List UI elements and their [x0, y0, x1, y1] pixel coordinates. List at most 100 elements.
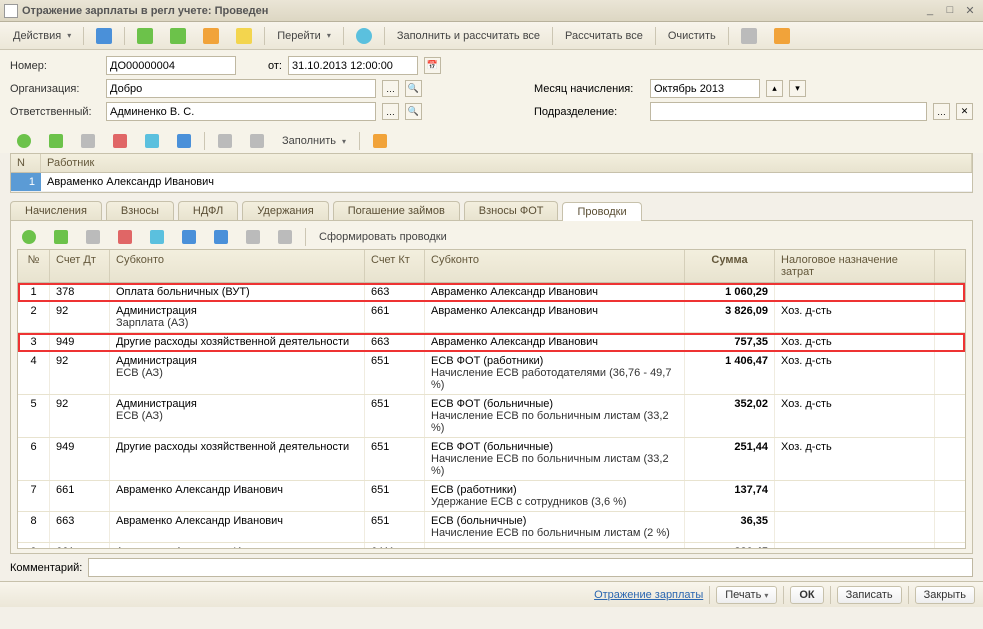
posting-row[interactable]: 1378Оплата больничных (ВУТ)663Авраменко … [18, 283, 965, 302]
sort-asc-icon[interactable] [211, 131, 239, 151]
save-grid-icon[interactable] [170, 131, 198, 151]
month-down-icon[interactable]: ▾ [789, 80, 806, 97]
col-sum[interactable]: Сумма [685, 250, 775, 282]
date-field[interactable] [288, 56, 418, 75]
copy-row-icon[interactable] [42, 131, 70, 151]
close-icon[interactable]: ✕ [961, 4, 979, 18]
month-up-icon[interactable]: ▴ [766, 80, 783, 97]
dept-field[interactable] [650, 102, 927, 121]
org-field[interactable] [106, 79, 376, 98]
main-toolbar: Действия Перейти Заполнить и рассчитать … [0, 22, 983, 50]
calc-all-button[interactable]: Рассчитать все [558, 27, 650, 45]
tab-4[interactable]: Погашение займов [333, 201, 460, 220]
posting-row[interactable]: 6949Другие расходы хозяйственной деятель… [18, 438, 965, 481]
actions-menu[interactable]: Действия [6, 27, 78, 45]
post-icon[interactable] [130, 25, 160, 47]
settings-icon[interactable] [734, 25, 764, 47]
col-num[interactable]: № [18, 250, 50, 282]
col-worker[interactable]: Работник [41, 154, 972, 172]
resp-open-icon[interactable]: 🔍 [405, 103, 422, 120]
calendar-icon[interactable]: 📅 [424, 57, 441, 74]
save-icon[interactable] [89, 25, 119, 47]
sort-a-icon[interactable] [239, 227, 267, 247]
resp-field[interactable] [106, 102, 376, 121]
col-subk2[interactable]: Субконто [425, 250, 685, 282]
move-up-icon[interactable] [175, 227, 203, 247]
structure-icon[interactable] [229, 25, 259, 47]
person-icon[interactable] [366, 131, 394, 151]
grid1-toolbar: Заполнить [0, 129, 983, 153]
sort-d-icon[interactable] [271, 227, 299, 247]
delete-post-icon[interactable] [111, 227, 139, 247]
col-n[interactable]: N [11, 154, 41, 172]
dept-clear-icon[interactable]: ✕ [956, 103, 973, 120]
ok-button[interactable]: ОК [790, 586, 823, 604]
clear-button[interactable]: Очистить [661, 27, 723, 45]
refresh-post-icon[interactable] [143, 227, 171, 247]
fill-menu[interactable]: Заполнить [275, 132, 353, 150]
form-area: Номер: от: 📅 Организация: … 🔍 Месяц начи… [0, 50, 983, 129]
sort-desc-icon[interactable] [243, 131, 271, 151]
move-down-icon[interactable] [207, 227, 235, 247]
tab-3[interactable]: Удержания [242, 201, 328, 220]
col-kt[interactable]: Счет Кт [365, 250, 425, 282]
month-field[interactable] [650, 79, 760, 98]
dept-label: Подразделение: [534, 106, 644, 118]
postings-toolbar: Сформировать проводки [11, 225, 972, 249]
resp-label: Ответственный: [10, 106, 100, 118]
reflect-link[interactable]: Отражение зарплаты [594, 589, 703, 601]
close-button[interactable]: Закрыть [915, 586, 975, 604]
posting-row[interactable]: 8663Авраменко Александр Иванович651ЕСВ (… [18, 512, 965, 543]
postings-grid: № Счет Дт Субконто Счет Кт Субконто Сумм… [17, 249, 966, 549]
tab-body-postings: Сформировать проводки № Счет Дт Субконто… [10, 220, 973, 554]
copy-post-icon[interactable] [47, 227, 75, 247]
delete-row-icon[interactable] [106, 131, 134, 151]
resp-select-icon[interactable]: … [382, 103, 399, 120]
help-icon[interactable] [349, 25, 379, 47]
goto-menu[interactable]: Перейти [270, 27, 338, 45]
col-dt[interactable]: Счет Дт [50, 250, 110, 282]
add-row-icon[interactable] [10, 131, 38, 151]
posting-row[interactable]: 3949Другие расходы хозяйственной деятель… [18, 333, 965, 352]
col-subk1[interactable]: Субконто [110, 250, 365, 282]
add-post-icon[interactable] [15, 227, 43, 247]
tabs: НачисленияВзносыНДФЛУдержания Погашение з… [10, 201, 973, 220]
maximize-icon[interactable]: □ [941, 4, 959, 18]
unpost-icon[interactable] [163, 25, 193, 47]
posting-row[interactable]: 7661Авраменко Александр Иванович651ЕСВ (… [18, 481, 965, 512]
comment-label: Комментарий: [10, 562, 82, 574]
posting-row[interactable]: 592АдминистрацияЕСВ (АЗ)651ЕСВ ФОТ (боль… [18, 395, 965, 438]
save-button[interactable]: Записать [837, 586, 902, 604]
tab-6[interactable]: Проводки [562, 202, 641, 221]
refresh-icon[interactable] [138, 131, 166, 151]
comment-field[interactable] [88, 558, 973, 577]
app-icon [4, 4, 18, 18]
fill-calc-button[interactable]: Заполнить и рассчитать все [390, 27, 547, 45]
edit-row-icon[interactable] [74, 131, 102, 151]
posting-row[interactable]: 492АдминистрацияЕСВ (АЗ)651ЕСВ ФОТ (рабо… [18, 352, 965, 395]
month-label: Месяц начисления: [534, 83, 644, 95]
posting-row[interactable]: 9661Авраменко Александр Иванович6411820,… [18, 543, 965, 549]
org-open-icon[interactable]: 🔍 [405, 80, 422, 97]
list-icon[interactable] [767, 25, 797, 47]
movements-icon[interactable] [196, 25, 226, 47]
window-title: Отражение зарплаты в регл учете: Проведе… [22, 5, 268, 17]
titlebar: Отражение зарплаты в регл учете: Проведе… [0, 0, 983, 22]
tab-5[interactable]: Взносы ФОТ [464, 201, 559, 220]
org-label: Организация: [10, 83, 100, 95]
col-tax[interactable]: Налоговое назначение затрат [775, 250, 935, 282]
form-postings-button[interactable]: Сформировать проводки [312, 228, 454, 246]
tab-1[interactable]: Взносы [106, 201, 174, 220]
tab-0[interactable]: Начисления [10, 201, 102, 220]
worker-row[interactable]: 1 Авраменко Александр Иванович [11, 173, 972, 192]
org-select-icon[interactable]: … [382, 80, 399, 97]
print-button[interactable]: Печать [716, 586, 777, 604]
number-field[interactable] [106, 56, 236, 75]
minimize-icon[interactable]: _ [921, 4, 939, 18]
tab-2[interactable]: НДФЛ [178, 201, 238, 220]
edit-post-icon[interactable] [79, 227, 107, 247]
posting-row[interactable]: 292АдминистрацияЗарплата (АЗ)661Авраменк… [18, 302, 965, 333]
workers-grid: N Работник 1 Авраменко Александр Иванови… [10, 153, 973, 193]
dept-select-icon[interactable]: … [933, 103, 950, 120]
footer: Отражение зарплаты Печать ОК Записать За… [0, 581, 983, 607]
